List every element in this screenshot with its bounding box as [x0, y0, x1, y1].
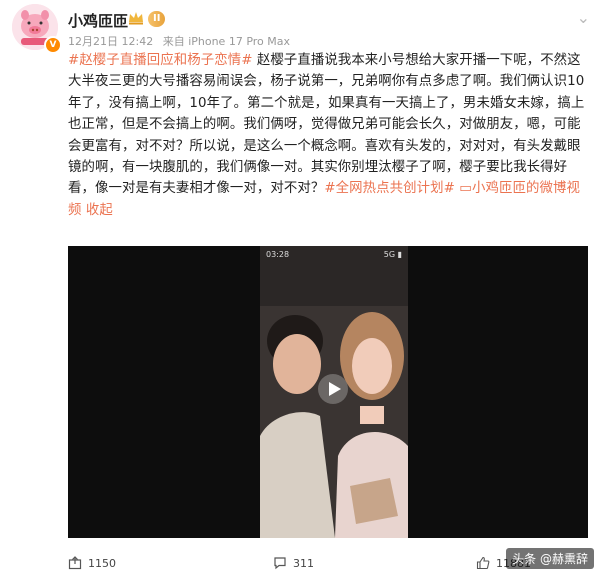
- video-link-icon: ▭: [459, 181, 473, 197]
- post-body: 赵樱子直播说我本来小号想给大家开播一下呢，不然这大半夜三更的大号播容易闹误会，杨…: [68, 53, 585, 197]
- video-frame: 03:28 5G ▮: [260, 246, 408, 538]
- play-icon[interactable]: [318, 374, 348, 404]
- hashtag-link[interactable]: #赵樱子直播回应和杨子恋情#: [68, 53, 253, 68]
- share-button[interactable]: 1150: [68, 556, 116, 570]
- more-options-icon[interactable]: ⌄: [577, 8, 590, 27]
- level-badge: II: [148, 11, 166, 27]
- share-count: 1150: [88, 556, 116, 570]
- username[interactable]: 小鸡匝匝: [68, 10, 128, 31]
- video-player[interactable]: 03:28 5G ▮: [68, 246, 588, 538]
- hashtag-link-2[interactable]: #全网热点共创计划#: [324, 181, 455, 196]
- collapse-link[interactable]: 收起: [86, 203, 113, 218]
- post-text: #赵樱子直播回应和杨子恋情# 赵樱子直播说我本来小号想给大家开播一下呢，不然这大…: [68, 50, 588, 221]
- share-icon: [68, 556, 82, 570]
- comment-count: 311: [293, 556, 314, 570]
- post-date: 12月21日 12:42: [68, 35, 154, 48]
- status-time: 03:28: [266, 250, 290, 259]
- status-indicators: 5G ▮: [383, 250, 402, 259]
- status-bar: 03:28 5G ▮: [266, 250, 402, 259]
- comment-button[interactable]: 311: [273, 556, 314, 570]
- thumbs-up-icon: [476, 556, 490, 570]
- verified-badge: V: [44, 36, 62, 54]
- crown-icon: [129, 12, 143, 25]
- post-source: 来自 iPhone 17 Pro Max: [162, 35, 291, 48]
- post-meta: 12月21日 12:42 来自 iPhone 17 Pro Max: [68, 33, 296, 49]
- comment-icon: [274, 557, 286, 570]
- watermark: 头条 @赫熏辞: [506, 548, 594, 569]
